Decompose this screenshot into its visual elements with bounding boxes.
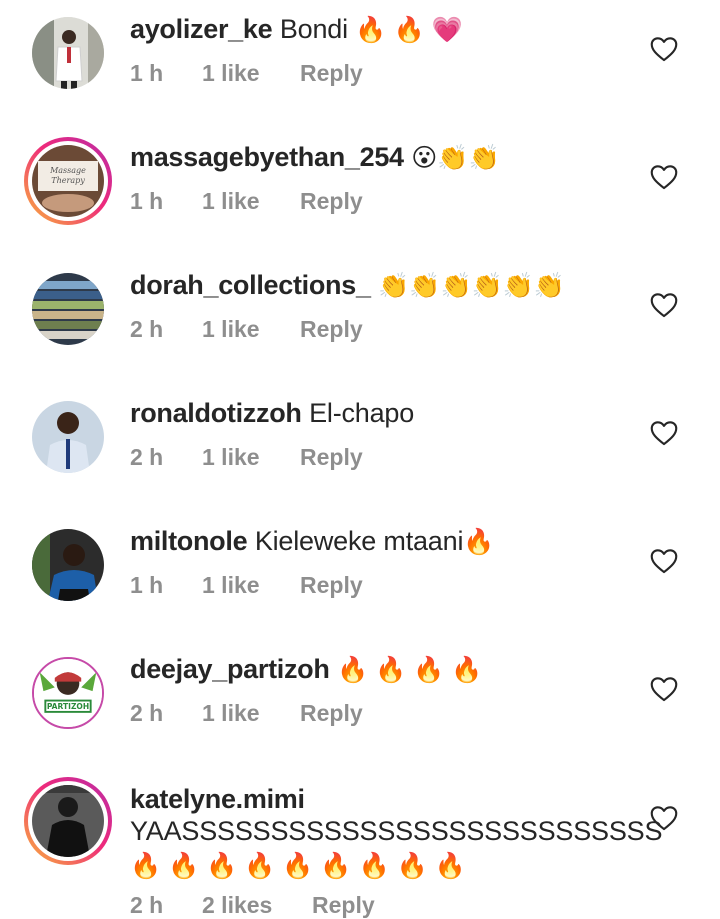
avatar-story-ring[interactable]	[24, 777, 112, 865]
comment-emoji: 🔥 🔥 🔥 🔥 🔥 🔥 🔥 🔥 🔥	[130, 852, 466, 880]
comment-username[interactable]: deejay_partizoh	[130, 654, 330, 684]
comment-meta: 1 h 1 like Reply	[130, 60, 363, 87]
comment-line: YAASSSSSSSSSSSSSSSSSSSSSSSSSSS	[130, 814, 662, 848]
comment-text: Kieleweke mtaani	[254, 526, 464, 556]
comment-meta: 1 h 1 like Reply	[130, 188, 363, 215]
comment-time: 1 h	[130, 60, 164, 86]
comment-emoji: 🔥	[463, 528, 495, 556]
comment-likes[interactable]: 2 likes	[202, 892, 312, 919]
comment-emoji: 😮👏👏	[411, 144, 500, 172]
comment-meta: 2 h 1 like Reply	[130, 316, 363, 343]
comment-meta: 2 h 2 likes Reply	[130, 892, 375, 919]
heart-outline-icon[interactable]	[650, 676, 678, 702]
comment-meta: 2 h 1 like Reply	[130, 444, 363, 471]
comment-emoji: 🔥 🔥 🔥 🔥	[337, 656, 483, 684]
avatar[interactable]	[32, 401, 104, 473]
avatar[interactable]: PARTIZOH	[32, 657, 104, 729]
comment-likes[interactable]: 1 like	[202, 316, 300, 343]
comment-meta: 2 h 1 like Reply	[130, 700, 363, 727]
comment-likes[interactable]: 1 like	[202, 444, 300, 471]
avatar-image	[32, 785, 104, 857]
avatar-image	[32, 273, 104, 345]
avatar[interactable]	[32, 529, 104, 601]
comment-username[interactable]: katelyne.mimi	[130, 784, 305, 814]
avatar-image	[32, 17, 104, 89]
avatar-text: Therapy	[51, 176, 85, 185]
comment-likes[interactable]: 1 like	[202, 700, 300, 727]
avatar-text: Massage	[49, 166, 86, 175]
comment-line: dorah_collections_ 👏👏👏👏👏👏	[130, 268, 630, 303]
avatar-image: Massage Therapy	[32, 145, 104, 217]
comment-meta: 1 h 1 like Reply	[130, 572, 363, 599]
comment-time: 1 h	[130, 572, 164, 598]
heart-outline-icon[interactable]	[650, 36, 678, 62]
reply-button[interactable]: Reply	[300, 700, 363, 727]
avatar-text: PARTIZOH	[47, 702, 89, 711]
comment-username[interactable]: ayolizer_ke	[130, 14, 273, 44]
heart-outline-icon[interactable]	[650, 548, 678, 574]
avatar-image	[32, 529, 104, 601]
reply-button[interactable]: Reply	[300, 316, 363, 343]
comment-time: 2 h	[130, 316, 164, 342]
heart-outline-icon[interactable]	[650, 805, 678, 831]
reply-button[interactable]: Reply	[300, 188, 363, 215]
reply-button[interactable]: Reply	[300, 444, 363, 471]
avatar-story-ring[interactable]: Massage Therapy	[24, 137, 112, 225]
comment-line: ayolizer_ke Bondi 🔥 🔥 💗	[130, 12, 630, 47]
comment-emoji: 🔥 🔥 💗	[355, 16, 463, 44]
comment-line: ronaldotizzoh El-chapo	[130, 396, 630, 430]
comment-line: katelyne.mimi	[130, 782, 630, 816]
comment-username[interactable]: massagebyethan_254	[130, 142, 404, 172]
comment-line: massagebyethan_254 😮👏👏	[130, 140, 630, 175]
comment-line: deejay_partizoh 🔥 🔥 🔥 🔥	[130, 652, 630, 687]
comment-time: 1 h	[130, 188, 164, 214]
comment-text: YAASSSSSSSSSSSSSSSSSSSSSSSSSSS	[130, 816, 663, 846]
comment-line: 🔥 🔥 🔥 🔥 🔥 🔥 🔥 🔥 🔥	[130, 848, 630, 883]
reply-button[interactable]: Reply	[300, 572, 363, 599]
heart-outline-icon[interactable]	[650, 420, 678, 446]
avatar-image	[32, 401, 104, 473]
heart-outline-icon[interactable]	[650, 164, 678, 190]
comment-likes[interactable]: 1 like	[202, 572, 300, 599]
comment-text: Bondi	[279, 14, 348, 44]
avatar-image: PARTIZOH	[34, 659, 102, 727]
reply-button[interactable]: Reply	[312, 892, 375, 919]
reply-button[interactable]: Reply	[300, 60, 363, 87]
comment-line: miltonole Kieleweke mtaani🔥	[130, 524, 630, 559]
comment-time: 2 h	[130, 444, 164, 470]
avatar[interactable]	[32, 17, 104, 89]
comment-username[interactable]: miltonole	[130, 526, 248, 556]
comment-likes[interactable]: 1 like	[202, 188, 300, 215]
comment-username[interactable]: ronaldotizzoh	[130, 398, 302, 428]
avatar[interactable]	[32, 273, 104, 345]
comment-likes[interactable]: 1 like	[202, 60, 300, 87]
comment-emoji: 👏👏👏👏👏👏	[378, 272, 565, 300]
comment-time: 2 h	[130, 892, 164, 918]
comment-username[interactable]: dorah_collections_	[130, 270, 371, 300]
heart-outline-icon[interactable]	[650, 292, 678, 318]
comment-time: 2 h	[130, 700, 164, 726]
comment-text: El-chapo	[309, 398, 415, 428]
